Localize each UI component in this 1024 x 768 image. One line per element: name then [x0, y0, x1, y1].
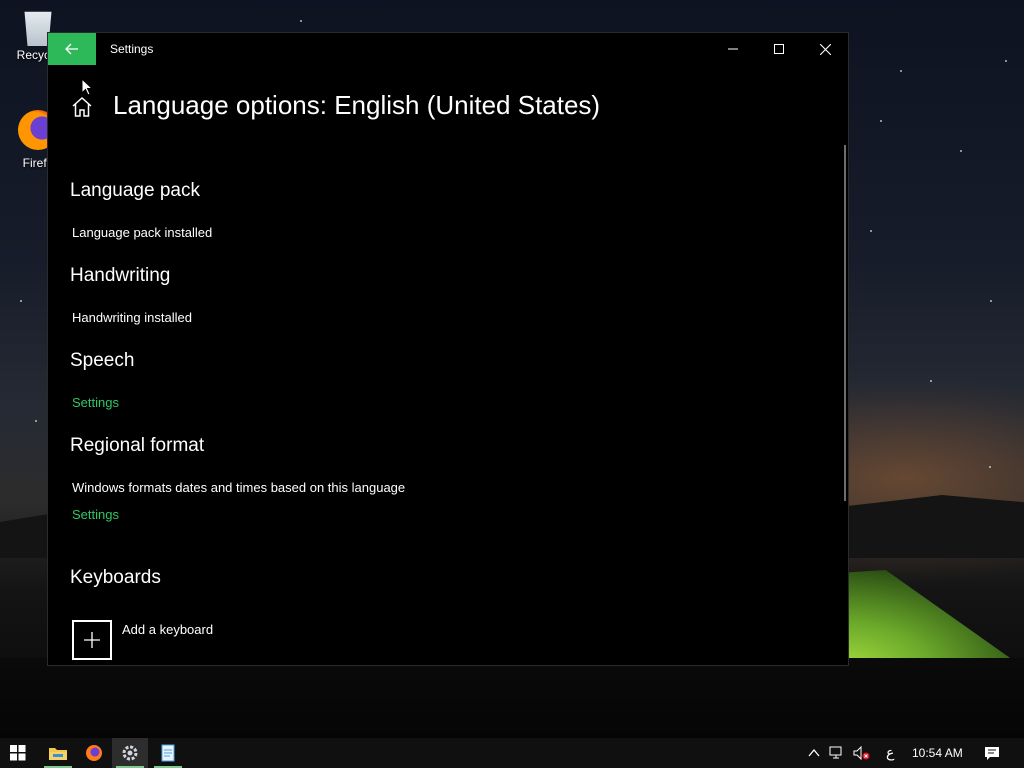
page-title: Language options: English (United States…	[113, 90, 601, 120]
settings-icon	[122, 745, 138, 761]
speech-settings-link[interactable]: Settings	[72, 395, 119, 410]
taskbar-firefox[interactable]	[76, 738, 112, 768]
regional-format-heading: Regional format	[70, 435, 205, 456]
scrollbar[interactable]	[844, 145, 846, 501]
taskbar-file-explorer[interactable]	[40, 738, 76, 768]
keyboards-heading: Keyboards	[70, 567, 161, 588]
action-center-button[interactable]	[982, 743, 1002, 763]
start-button[interactable]	[0, 738, 36, 768]
add-keyboard-label: Add a keyboard	[122, 622, 214, 637]
regional-format-settings-link[interactable]: Settings	[72, 507, 119, 522]
taskbar-notepad[interactable]	[150, 738, 186, 768]
notifications-icon	[985, 746, 999, 760]
taskbar-settings[interactable]	[112, 738, 148, 768]
notepad-icon	[161, 744, 175, 762]
file-explorer-icon	[49, 748, 67, 760]
add-keyboard-button[interactable]: Add a keyboard	[72, 620, 213, 660]
minimize-icon	[728, 48, 738, 50]
back-arrow-icon	[65, 43, 78, 55]
volume-tray-button[interactable]	[852, 743, 872, 763]
start-icon	[10, 745, 26, 761]
input-language-indicator[interactable]: ع	[886, 744, 894, 761]
regional-format-description: Windows formats dates and times based on…	[72, 480, 406, 495]
network-tray-button[interactable]	[828, 743, 846, 763]
taskbar: ع 10:54 AM	[0, 738, 1024, 768]
handwriting-heading: Handwriting	[70, 265, 171, 286]
firefox-icon	[86, 745, 102, 761]
mouse-cursor-icon	[81, 78, 94, 96]
plus-icon	[72, 620, 112, 660]
close-button[interactable]	[802, 33, 848, 65]
volume-muted-icon	[853, 746, 870, 760]
language-pack-heading: Language pack	[70, 180, 200, 201]
window-title: Settings	[110, 42, 154, 56]
network-icon	[829, 746, 842, 759]
settings-window: Settings Language options: English (Unit…	[48, 33, 848, 665]
title-bar[interactable]: Settings	[48, 33, 848, 65]
taskbar-clock[interactable]: 10:54 AM	[912, 746, 963, 760]
speech-heading: Speech	[70, 350, 135, 371]
maximize-button[interactable]	[756, 33, 802, 65]
handwriting-status: Handwriting installed	[72, 310, 192, 325]
minimize-button[interactable]	[710, 33, 756, 65]
back-button[interactable]	[48, 33, 96, 65]
language-pack-status: Language pack installed	[72, 225, 213, 240]
home-icon[interactable]	[70, 95, 94, 119]
close-icon	[819, 43, 831, 55]
maximize-icon	[774, 44, 784, 54]
show-hidden-icons-button[interactable]	[806, 743, 822, 763]
chevron-up-icon	[808, 749, 820, 757]
